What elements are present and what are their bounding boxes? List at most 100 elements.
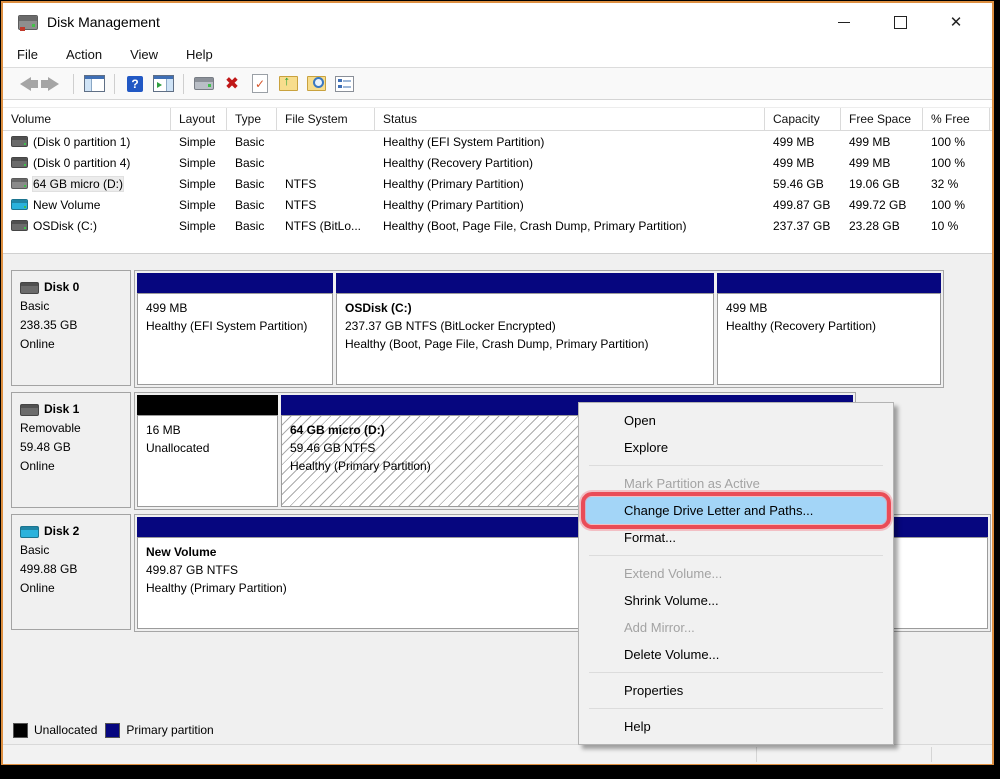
menu-separator bbox=[589, 708, 883, 709]
menu-item-properties[interactable]: Properties bbox=[582, 677, 890, 704]
disk-row-0: Disk 0 Basic 238.35 GB Online 499 MB Hea… bbox=[3, 270, 992, 388]
volume-name: 64 GB micro (D:) bbox=[33, 177, 123, 191]
partition-unallocated[interactable]: 16 MB Unallocated bbox=[137, 395, 278, 507]
cell-status: Healthy (Primary Partition) bbox=[375, 173, 765, 194]
disk-status: Online bbox=[20, 579, 130, 598]
cell-file-system: NTFS (BitLo... bbox=[277, 215, 375, 236]
table-row-selected[interactable]: 64 GB micro (D:) Simple Basic NTFS Healt… bbox=[3, 173, 992, 194]
table-row[interactable]: OSDisk (C:) Simple Basic NTFS (BitLo... … bbox=[3, 215, 992, 236]
drive-icon bbox=[11, 178, 28, 189]
column-header-volume[interactable]: Volume bbox=[3, 108, 171, 130]
cell-type: Basic bbox=[227, 173, 277, 194]
console-tree-icon[interactable] bbox=[82, 72, 106, 96]
menu-file[interactable]: File bbox=[17, 47, 38, 62]
menu-item-shrink-volume[interactable]: Shrink Volume... bbox=[582, 587, 890, 614]
partition-status: Healthy (Recovery Partition) bbox=[726, 317, 932, 335]
help-icon[interactable]: ? bbox=[123, 72, 147, 96]
cell-capacity: 499.87 GB bbox=[765, 194, 841, 215]
check-document-icon[interactable]: ✓ bbox=[248, 72, 272, 96]
properties-icon[interactable] bbox=[332, 72, 356, 96]
cell-file-system: NTFS bbox=[277, 173, 375, 194]
partition-title: OSDisk (C:) bbox=[345, 299, 705, 317]
menu-action[interactable]: Action bbox=[66, 47, 102, 62]
disk-size: 499.88 GB bbox=[20, 560, 130, 579]
cell-layout: Simple bbox=[171, 173, 227, 194]
delete-volume-icon[interactable]: ✖ bbox=[220, 72, 244, 96]
disk-management-app-icon bbox=[18, 15, 38, 30]
disk-status: Online bbox=[20, 457, 130, 476]
table-row[interactable]: New Volume Simple Basic NTFS Healthy (Pr… bbox=[3, 194, 992, 215]
primary-partition-swatch bbox=[105, 723, 120, 738]
column-header-file-system[interactable]: File System bbox=[277, 108, 375, 130]
rescan-disks-icon[interactable] bbox=[192, 72, 216, 96]
cell-free-space: 499.72 GB bbox=[841, 194, 923, 215]
cell-capacity: 237.37 GB bbox=[765, 215, 841, 236]
minimize-button[interactable] bbox=[816, 3, 872, 41]
cell-status: Healthy (Primary Partition) bbox=[375, 194, 765, 215]
menu-item-delete-volume[interactable]: Delete Volume... bbox=[582, 641, 890, 668]
menu-item-change-drive-letter[interactable]: Change Drive Letter and Paths... bbox=[582, 497, 890, 524]
explore-folder-icon[interactable] bbox=[304, 72, 328, 96]
disk0-label-panel[interactable]: Disk 0 Basic 238.35 GB Online bbox=[11, 270, 131, 386]
table-row[interactable]: (Disk 0 partition 1) Simple Basic Health… bbox=[3, 131, 992, 152]
column-header-free-space[interactable]: Free Space bbox=[841, 108, 923, 130]
column-header-pct-free[interactable]: % Free bbox=[923, 108, 990, 130]
back-icon[interactable] bbox=[13, 72, 37, 96]
partition-status: Healthy (Boot, Page File, Crash Dump, Pr… bbox=[345, 335, 705, 353]
table-row[interactable]: (Disk 0 partition 4) Simple Basic Health… bbox=[3, 152, 992, 173]
menu-item-help[interactable]: Help bbox=[582, 713, 890, 740]
menu-item-explore[interactable]: Explore bbox=[582, 434, 890, 461]
partition-size: 16 MB bbox=[146, 421, 269, 439]
menu-item-open[interactable]: Open bbox=[582, 407, 890, 434]
column-header-type[interactable]: Type bbox=[227, 108, 277, 130]
menu-help[interactable]: Help bbox=[186, 47, 213, 62]
disk-management-window: Disk Management ✕ File Action View Help … bbox=[1, 1, 994, 765]
cell-pct-free: 100 % bbox=[923, 131, 990, 152]
statusbar-separator bbox=[931, 747, 932, 762]
disk1-label-panel[interactable]: Disk 1 Removable 59.48 GB Online bbox=[11, 392, 131, 508]
maximize-icon bbox=[894, 16, 907, 29]
drive-icon bbox=[11, 199, 28, 210]
open-folder-icon[interactable]: ↑ bbox=[276, 72, 300, 96]
minimize-icon bbox=[838, 22, 850, 23]
menu-separator bbox=[589, 555, 883, 556]
menu-view[interactable]: View bbox=[130, 47, 158, 62]
partition-bar bbox=[336, 273, 714, 293]
partition-recovery[interactable]: 499 MB Healthy (Recovery Partition) bbox=[717, 273, 941, 385]
cell-layout: Simple bbox=[171, 215, 227, 236]
partition-bar bbox=[137, 273, 333, 293]
menu-item-extend-volume: Extend Volume... bbox=[582, 560, 890, 587]
cell-file-system bbox=[277, 131, 375, 152]
column-header-status[interactable]: Status bbox=[375, 108, 765, 130]
maximize-button[interactable] bbox=[872, 3, 928, 41]
partition-efi[interactable]: 499 MB Healthy (EFI System Partition) bbox=[137, 273, 333, 385]
partition-osdisk-c[interactable]: OSDisk (C:) 237.37 GB NTFS (BitLocker En… bbox=[336, 273, 714, 385]
column-header-capacity[interactable]: Capacity bbox=[765, 108, 841, 130]
menu-item-add-mirror: Add Mirror... bbox=[582, 614, 890, 641]
disk-name: Disk 1 bbox=[44, 400, 79, 419]
action-pane-icon[interactable] bbox=[151, 72, 175, 96]
status-bar bbox=[3, 744, 992, 764]
cell-status: Healthy (Recovery Partition) bbox=[375, 152, 765, 173]
toolbar-separator bbox=[73, 74, 74, 94]
volume-list-header: Volume Layout Type File System Status Ca… bbox=[3, 107, 992, 131]
cell-pct-free: 32 % bbox=[923, 173, 990, 194]
disk-type: Basic bbox=[20, 297, 130, 316]
disk-icon bbox=[20, 404, 39, 416]
partition-bar bbox=[137, 395, 278, 415]
drive-icon bbox=[11, 220, 28, 231]
cell-status: Healthy (Boot, Page File, Crash Dump, Pr… bbox=[375, 215, 765, 236]
menu-item-format[interactable]: Format... bbox=[582, 524, 890, 551]
drive-icon bbox=[11, 136, 28, 147]
toolbar-separator bbox=[114, 74, 115, 94]
cell-layout: Simple bbox=[171, 131, 227, 152]
screenshot-canvas: { "window": { "title": "Disk Management"… bbox=[0, 0, 1000, 779]
cell-pct-free: 10 % bbox=[923, 215, 990, 236]
close-button[interactable]: ✕ bbox=[928, 3, 984, 41]
menu-separator bbox=[589, 465, 883, 466]
column-header-layout[interactable]: Layout bbox=[171, 108, 227, 130]
disk-icon bbox=[20, 526, 39, 538]
disk-status: Online bbox=[20, 335, 130, 354]
disk2-label-panel[interactable]: Disk 2 Basic 499.88 GB Online bbox=[11, 514, 131, 630]
forward-icon[interactable] bbox=[41, 72, 65, 96]
